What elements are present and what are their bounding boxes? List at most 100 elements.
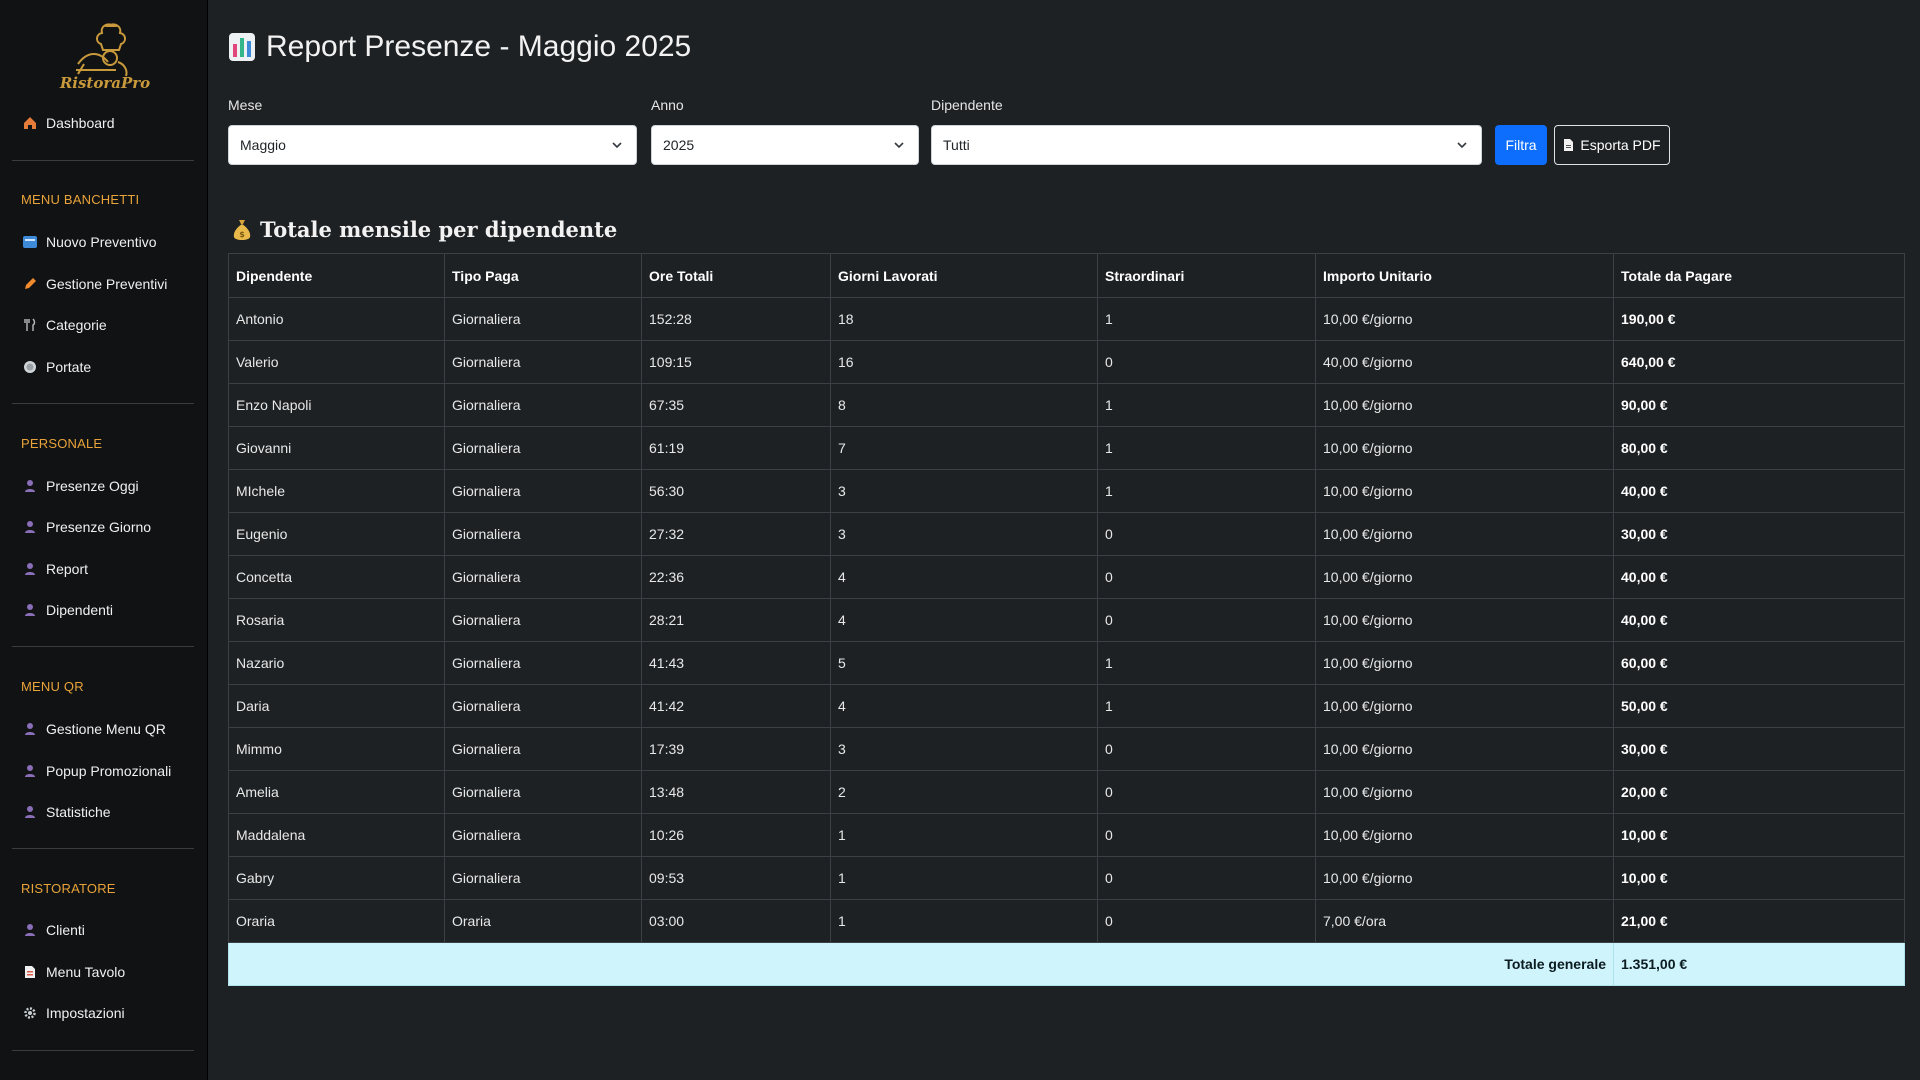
cell-pay-type: Giornaliera xyxy=(444,297,642,341)
cell-overtime: 0 xyxy=(1097,727,1316,771)
cell-pay-type: Giornaliera xyxy=(444,856,642,900)
sidebar-item-label: Menu Tavolo xyxy=(46,964,126,980)
cell-employee: Daria xyxy=(228,684,445,728)
month-select-value: Maggio xyxy=(240,137,286,153)
cell-days-worked: 18 xyxy=(830,297,1098,341)
cell-total-due: 30,00 € xyxy=(1613,512,1905,556)
table-row: Eugenio Giornaliera 27:32 3 0 10,00 €/giorno 3… xyxy=(228,512,1905,556)
cell-pay-type: Giornaliera xyxy=(444,598,642,642)
sidebar-item-label: Popup Promozionali xyxy=(46,763,172,779)
column-header-days-worked: Giorni Lavorati xyxy=(830,253,1098,298)
cell-total-due: 80,00 € xyxy=(1613,426,1905,470)
cell-total-due: 90,00 € xyxy=(1613,383,1905,427)
cell-overtime: 0 xyxy=(1097,899,1316,943)
year-select[interactable]: 2025 xyxy=(651,125,919,165)
sidebar-item-label: Categorie xyxy=(46,317,107,333)
sidebar-item-clienti[interactable]: Clienti xyxy=(22,917,192,943)
sidebar-item-label: Nuovo Preventivo xyxy=(46,234,157,250)
table-row: Giovanni Giornaliera 61:19 7 1 10,00 €/giorno… xyxy=(228,426,1905,470)
cell-days-worked: 4 xyxy=(830,684,1098,728)
sidebar-item-dipendenti[interactable]: Dipendenti xyxy=(22,597,192,623)
section-menu-banchetti: MENU BANCHETTI xyxy=(21,192,140,207)
sidebar-item-gestione-preventivi[interactable]: Gestione Preventivi xyxy=(22,271,192,297)
house-icon xyxy=(22,115,38,131)
filter-button[interactable]: Filtra xyxy=(1495,125,1547,165)
table-row: Rosaria Giornaliera 28:21 4 0 10,00 €/giorno 4… xyxy=(228,598,1905,642)
cell-overtime: 0 xyxy=(1097,770,1316,814)
sidebar-item-label: Clienti xyxy=(46,922,85,938)
cell-unit-amount: 10,00 €/giorno xyxy=(1315,856,1614,900)
cell-employee: Rosaria xyxy=(228,598,445,642)
cell-pay-type: Oraria xyxy=(444,899,642,943)
person-icon xyxy=(22,478,38,494)
money-bag-icon: $ xyxy=(233,219,251,240)
employee-select[interactable]: Tutti xyxy=(931,125,1482,165)
cell-unit-amount: 40,00 €/giorno xyxy=(1315,340,1614,384)
sidebar: RistoraPro Dashboard MENU BANCHETTI Nuov… xyxy=(0,0,208,1080)
cell-unit-amount: 10,00 €/giorno xyxy=(1315,813,1614,857)
sidebar-item-menu-tavolo[interactable]: Menu Tavolo xyxy=(22,959,192,985)
cell-employee: Antonio xyxy=(228,297,445,341)
cell-total-hours: 152:28 xyxy=(641,297,831,341)
employee-label: Dipendente xyxy=(931,97,1003,113)
cell-overtime: 0 xyxy=(1097,856,1316,900)
table-header-row: Dipendente Tipo Paga Ore Totali Giorni Lavo… xyxy=(228,253,1905,298)
person-icon xyxy=(22,519,38,535)
table-row: Valerio Giornaliera 109:15 16 0 40,00 €/giorn… xyxy=(228,340,1905,384)
month-select[interactable]: Maggio xyxy=(228,125,637,165)
bar-chart-icon xyxy=(229,33,255,61)
cell-unit-amount: 10,00 €/giorno xyxy=(1315,426,1614,470)
sidebar-item-report[interactable]: Report xyxy=(22,556,192,582)
sidebar-item-label: Presenze Oggi xyxy=(46,478,139,494)
logo[interactable]: RistoraPro xyxy=(60,20,150,98)
cutlery-icon xyxy=(22,317,38,333)
cell-total-due: 50,00 € xyxy=(1613,684,1905,728)
cell-pay-type: Giornaliera xyxy=(444,727,642,771)
cell-pay-type: Giornaliera xyxy=(444,555,642,599)
sidebar-item-dashboard[interactable]: Dashboard xyxy=(22,110,192,136)
sidebar-item-categorie[interactable]: Categorie xyxy=(22,312,192,338)
column-header-overtime: Straordinari xyxy=(1097,253,1316,298)
cell-employee: Enzo Napoli xyxy=(228,383,445,427)
cell-employee: MIchele xyxy=(228,469,445,513)
cell-employee: Mimmo xyxy=(228,727,445,771)
cell-pay-type: Giornaliera xyxy=(444,426,642,470)
sidebar-item-label: Presenze Giorno xyxy=(46,519,152,535)
cell-unit-amount: 10,00 €/giorno xyxy=(1315,641,1614,685)
cell-days-worked: 4 xyxy=(830,555,1098,599)
cell-days-worked: 3 xyxy=(830,469,1098,513)
cell-employee: Giovanni xyxy=(228,426,445,470)
sidebar-item-label: Report xyxy=(46,561,89,577)
sidebar-item-popup-promozionali[interactable]: Popup Promozionali xyxy=(22,758,192,784)
sidebar-item-label: Portate xyxy=(46,359,92,375)
cell-overtime: 0 xyxy=(1097,340,1316,384)
cell-total-due: 30,00 € xyxy=(1613,727,1905,771)
sidebar-item-gestione-menu-qr[interactable]: Gestione Menu QR xyxy=(22,716,192,742)
column-header-pay-type: Tipo Paga xyxy=(444,253,642,298)
sidebar-item-label: Dashboard xyxy=(46,115,115,131)
sidebar-item-impostazioni[interactable]: Impostazioni xyxy=(22,1000,192,1026)
cell-overtime: 1 xyxy=(1097,469,1316,513)
sidebar-item-statistiche[interactable]: Statistiche xyxy=(22,799,192,825)
form-icon xyxy=(22,234,38,250)
section-personale: PERSONALE xyxy=(21,436,103,451)
sidebar-item-portate[interactable]: Portate xyxy=(22,354,192,380)
person-icon xyxy=(22,922,38,938)
person-icon xyxy=(22,721,38,737)
person-icon xyxy=(22,763,38,779)
cell-unit-amount: 10,00 €/giorno xyxy=(1315,297,1614,341)
cell-total-hours: 61:19 xyxy=(641,426,831,470)
sidebar-item-presenze-giorno[interactable]: Presenze Giorno xyxy=(22,514,192,540)
table-row: MIchele Giornaliera 56:30 3 1 10,00 €/giorno 4… xyxy=(228,469,1905,513)
sidebar-item-nuovo-preventivo[interactable]: Nuovo Preventivo xyxy=(22,229,192,255)
cell-pay-type: Giornaliera xyxy=(444,383,642,427)
cell-overtime: 1 xyxy=(1097,684,1316,728)
cell-overtime: 1 xyxy=(1097,641,1316,685)
sidebar-item-presenze-oggi[interactable]: Presenze Oggi xyxy=(22,473,192,499)
cell-total-hours: 28:21 xyxy=(641,598,831,642)
cell-pay-type: Giornaliera xyxy=(444,813,642,857)
sidebar-divider xyxy=(12,848,194,849)
export-pdf-button[interactable]: Esporta PDF xyxy=(1554,125,1670,165)
cell-pay-type: Giornaliera xyxy=(444,641,642,685)
cell-total-hours: 09:53 xyxy=(641,856,831,900)
